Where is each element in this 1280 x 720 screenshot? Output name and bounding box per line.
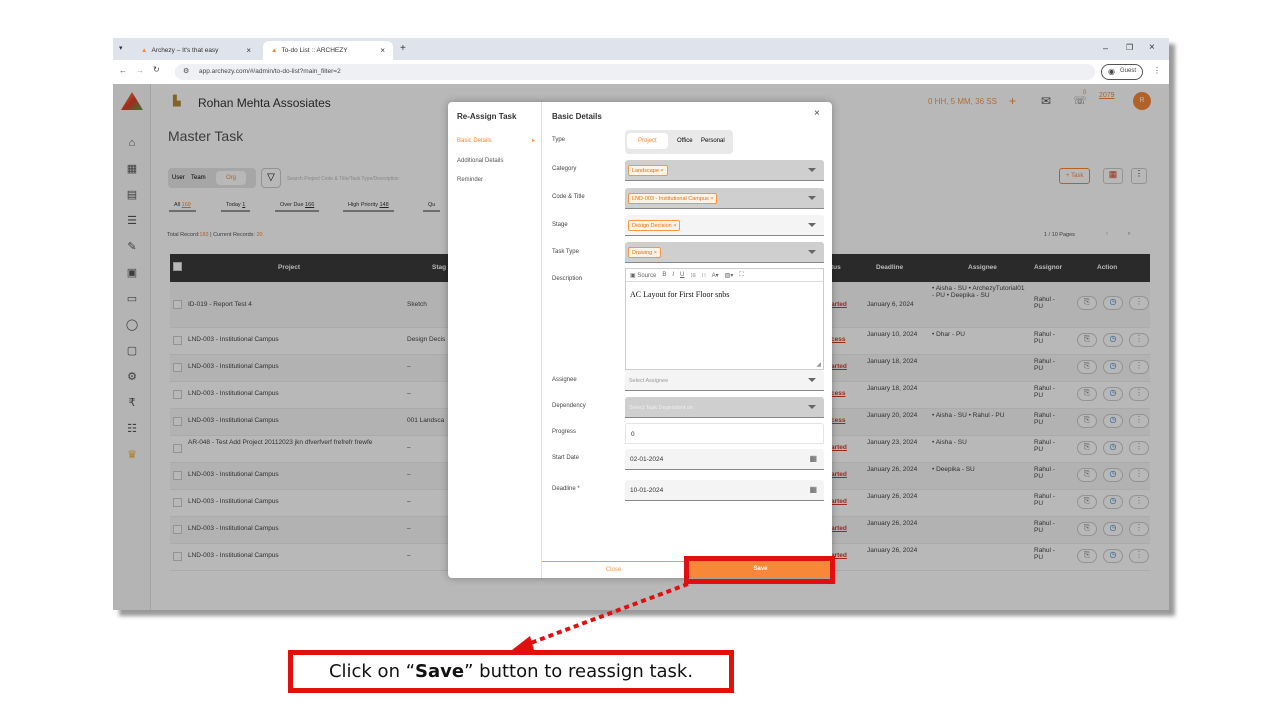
tab-label: To-do List :: ARCHEZY <box>281 47 348 54</box>
archezy-favicon-icon: ▲ <box>271 47 278 54</box>
calendar-icon[interactable]: ▦ <box>809 454 817 463</box>
type-office[interactable]: Office <box>677 138 693 144</box>
code-title-select[interactable]: LND-003 - Institutional Campus × <box>625 188 824 209</box>
close-button[interactable]: Close <box>542 561 685 578</box>
callout-pre: Click on “ <box>328 661 416 682</box>
callout-arrow-head <box>512 636 534 650</box>
callout-post: ” button to reassign task. <box>464 661 694 682</box>
progress-label: Progress <box>552 429 577 435</box>
maximize-icon[interactable]: ⛶ <box>739 272 743 278</box>
new-tab-icon[interactable]: + <box>400 43 406 54</box>
site-info-icon[interactable]: ⚙ <box>183 67 189 75</box>
type-project[interactable]: Project <box>627 133 668 149</box>
task-type-select[interactable]: Drawing × <box>625 242 824 263</box>
close-tab-icon[interactable]: × <box>246 46 251 55</box>
tab-todo[interactable]: ▲ To-do List :: ARCHEZY × <box>263 41 393 60</box>
profile-icon: ◉ <box>1108 67 1115 76</box>
italic-icon[interactable]: I <box>672 272 674 278</box>
reassign-task-modal: Re-Assign Task Basic Details ▸ Additiona… <box>448 102 832 578</box>
type-personal[interactable]: Personal <box>701 138 725 144</box>
callout-bold: Save <box>415 661 465 682</box>
text-color-icon[interactable]: A▾ <box>712 272 719 279</box>
instruction-callout: Click on “Save” button to reassign task. <box>288 650 734 693</box>
task-type-chip[interactable]: Drawing × <box>628 247 661 258</box>
start-date-value: 02-01-2024 <box>630 456 664 463</box>
description-editor[interactable]: ▣ Source B I U ⁝≡ ∷ A▾ ▨▾ ⛶ AC Layout fo… <box>625 268 824 370</box>
modal-form: Basic Details × Type Project Office Pers… <box>542 102 832 578</box>
code-title-label: Code & Title <box>552 194 585 200</box>
archezy-favicon-icon: ▲ <box>141 47 148 54</box>
minimize-icon[interactable]: – <box>1103 43 1108 53</box>
description-text[interactable]: AC Layout for First Floor snbs <box>626 282 823 299</box>
nav-reminder[interactable]: Reminder <box>457 177 483 183</box>
start-date-input[interactable]: 02-01-2024 ▦ <box>625 449 824 470</box>
deadline-value: 10-01-2024 <box>630 487 664 494</box>
type-label: Type <box>552 137 566 143</box>
deadline-label: Deadline * <box>552 486 580 492</box>
progress-value: 0 <box>631 431 635 438</box>
numbered-list-icon[interactable]: ⁝≡ <box>690 272 695 279</box>
stage-chip[interactable]: Design Decision × <box>628 220 681 231</box>
category-chip[interactable]: Landscape × <box>628 165 668 176</box>
dependency-label: Dependency <box>552 403 586 409</box>
url-text: app.archezy.com/#/admin/to-do-list?main_… <box>199 68 341 75</box>
assignee-label: Assignee <box>552 377 577 383</box>
code-title-chip[interactable]: LND-003 - Institutional Campus × <box>628 193 718 204</box>
category-label: Category <box>552 166 577 172</box>
start-date-label: Start Date <box>552 455 580 461</box>
chevron-down-icon <box>808 378 816 382</box>
chevron-down-icon <box>808 168 816 172</box>
tab-list-icon[interactable]: ▾ <box>119 44 123 52</box>
close-tab-icon[interactable]: × <box>380 46 385 55</box>
source-label: Source <box>637 273 657 279</box>
back-icon[interactable]: ← <box>119 66 127 75</box>
calendar-icon[interactable]: ▦ <box>809 485 817 494</box>
modal-title: Re-Assign Task <box>457 112 517 121</box>
assignee-placeholder: Select Assignee <box>629 378 669 384</box>
assignee-select[interactable]: Select Assignee <box>625 370 824 391</box>
guest-label: Guest <box>1120 68 1137 74</box>
type-toggle: Project Office Personal <box>625 130 733 154</box>
url-field[interactable]: ⚙ app.archezy.com/#/admin/to-do-list?mai… <box>175 64 1095 80</box>
task-type-label: Task Type <box>552 249 579 255</box>
stage-label: Stage <box>552 222 568 228</box>
browser-menu-icon[interactable]: ⋮ <box>1153 66 1161 75</box>
save-highlight-box <box>684 556 835 584</box>
deadline-input[interactable]: 10-01-2024 ▦ <box>625 480 824 501</box>
category-select[interactable]: Landscape × <box>625 160 824 181</box>
editor-toolbar: ▣ Source B I U ⁝≡ ∷ A▾ ▨▾ ⛶ <box>626 269 823 282</box>
forward-icon[interactable]: → <box>136 66 144 75</box>
guest-profile-button[interactable]: ◉ Guest <box>1101 64 1143 80</box>
tab-label: Archezy – It's that easy <box>151 47 219 54</box>
description-label: Description <box>552 276 583 282</box>
progress-input[interactable]: 0 <box>625 423 824 444</box>
nav-active-arrow-icon: ▸ <box>532 138 536 144</box>
dependency-placeholder: Select Task Dependent on <box>629 405 694 411</box>
app-area: ⌂ ▦ ▤ ☰ ✎ ▣ ▭ ◯ ▢ ⚙ ₹ ☷ ♛ ▙ Rohan Mehta … <box>113 84 1169 610</box>
modal-nav: Re-Assign Task Basic Details ▸ Additiona… <box>448 102 542 578</box>
source-button[interactable]: ▣ Source <box>630 272 657 279</box>
browser-window: ▾ ▲ Archezy – It's that easy × ▲ To-do L… <box>113 38 1169 610</box>
bullet-list-icon[interactable]: ∷ <box>702 272 706 279</box>
stage-select[interactable]: Design Decision × <box>625 215 824 236</box>
close-modal-icon[interactable]: × <box>814 108 820 119</box>
section-title: Basic Details <box>552 112 602 121</box>
chevron-down-icon <box>808 405 816 409</box>
tab-bar: ▾ ▲ Archezy – It's that easy × ▲ To-do L… <box>113 38 1169 60</box>
reload-icon[interactable]: ↻ <box>153 65 160 74</box>
underline-icon[interactable]: U <box>680 272 684 278</box>
restore-icon[interactable]: ❐ <box>1126 43 1133 52</box>
tab-archezy[interactable]: ▲ Archezy – It's that easy × <box>133 41 259 60</box>
bold-icon[interactable]: B <box>662 272 666 278</box>
chevron-down-icon <box>808 250 816 254</box>
dependency-select[interactable]: Select Task Dependent on <box>625 397 824 418</box>
resize-handle-icon[interactable]: ◢ <box>816 361 821 368</box>
chevron-down-icon <box>808 196 816 200</box>
close-window-icon[interactable]: × <box>1149 42 1155 53</box>
chevron-down-icon <box>808 223 816 227</box>
address-bar: ← → ↻ ⚙ app.archezy.com/#/admin/to-do-li… <box>113 60 1169 84</box>
nav-basic-details[interactable]: Basic Details <box>457 138 492 144</box>
nav-additional-details[interactable]: Additional Details <box>457 158 503 164</box>
background-color-icon[interactable]: ▨▾ <box>725 272 734 279</box>
